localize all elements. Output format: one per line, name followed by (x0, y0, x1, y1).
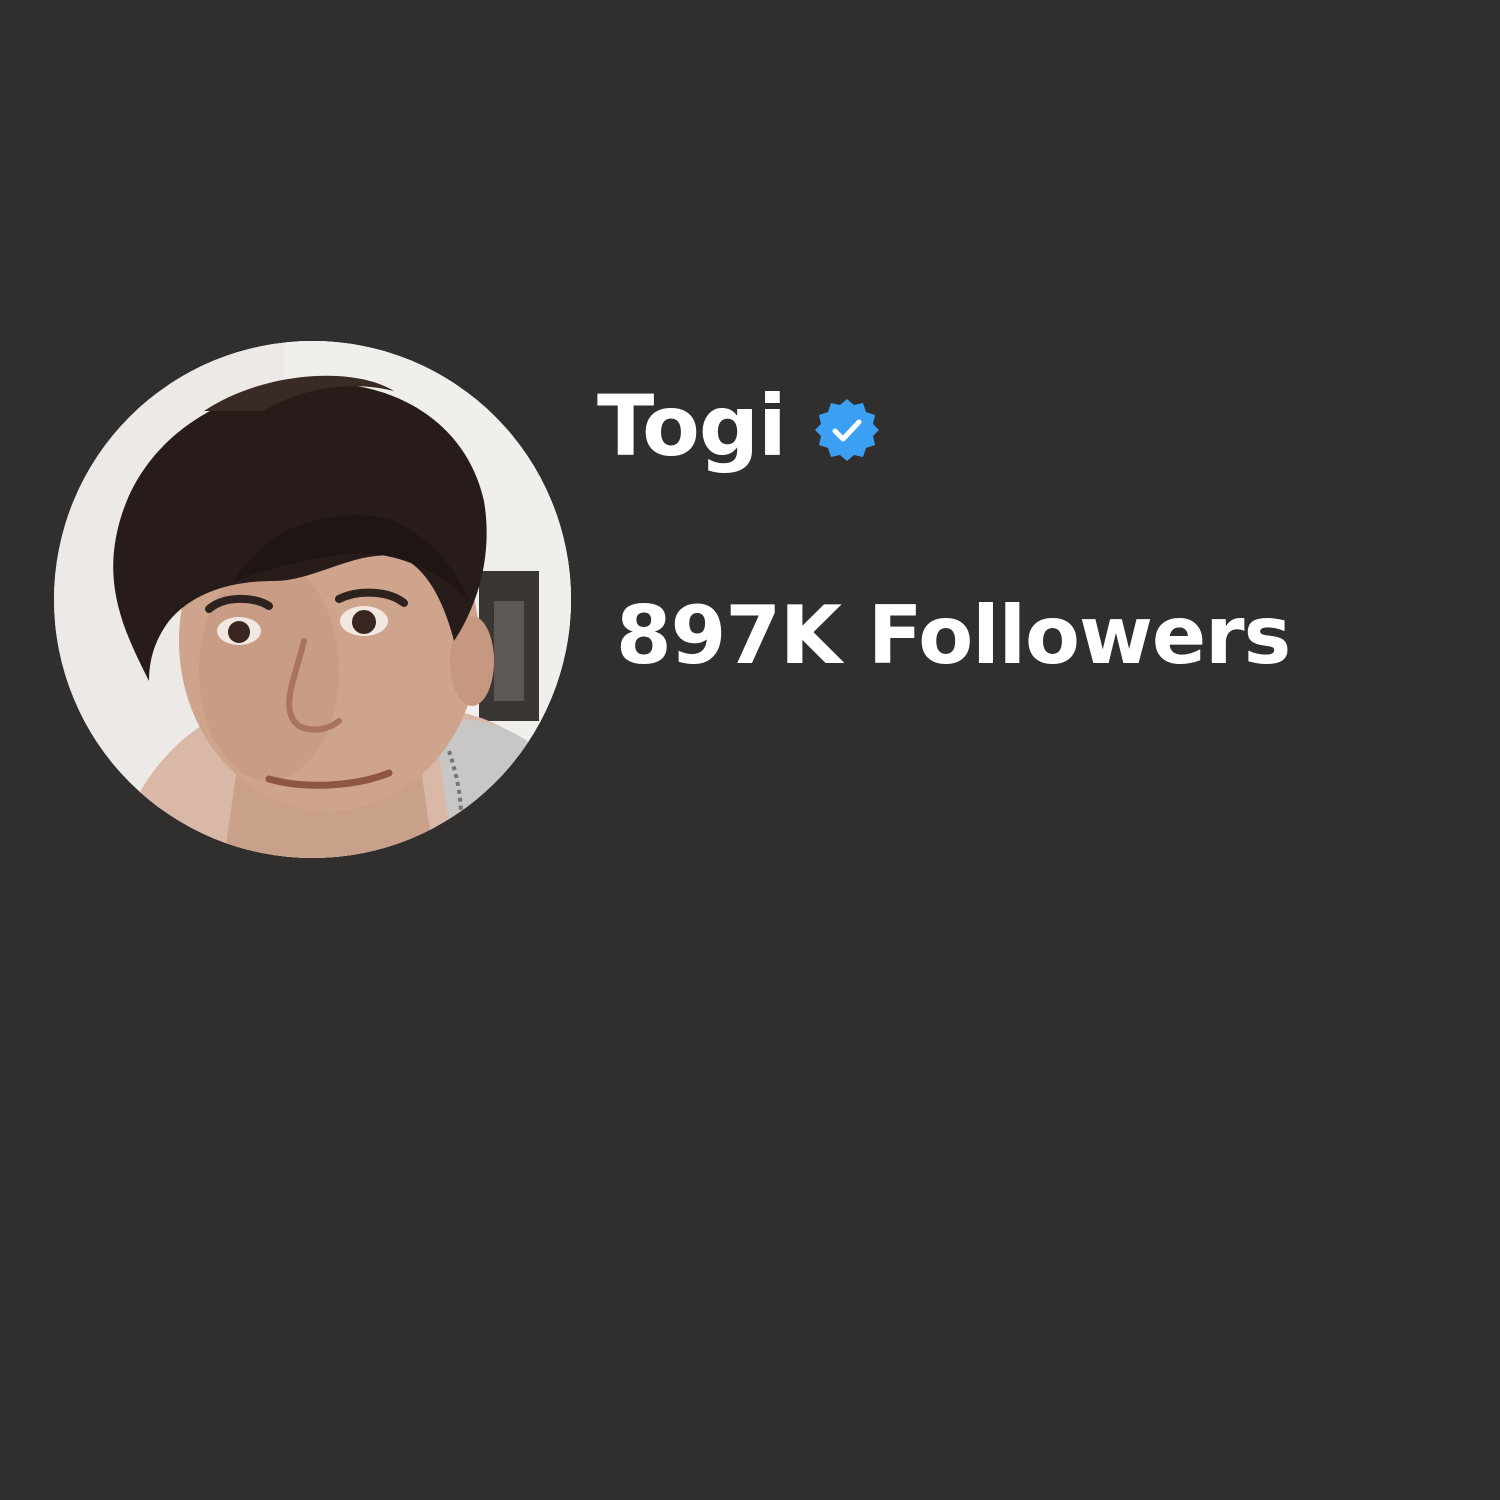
avatar[interactable] (54, 341, 571, 858)
profile-name[interactable]: Togi (597, 384, 787, 468)
profile-card: Togi 897K Followers (0, 0, 1500, 1500)
profile-photo (54, 341, 571, 858)
followers-count: 897K Followers (616, 589, 1291, 682)
verified-badge-icon (814, 397, 880, 463)
name-row: Togi (597, 376, 880, 476)
